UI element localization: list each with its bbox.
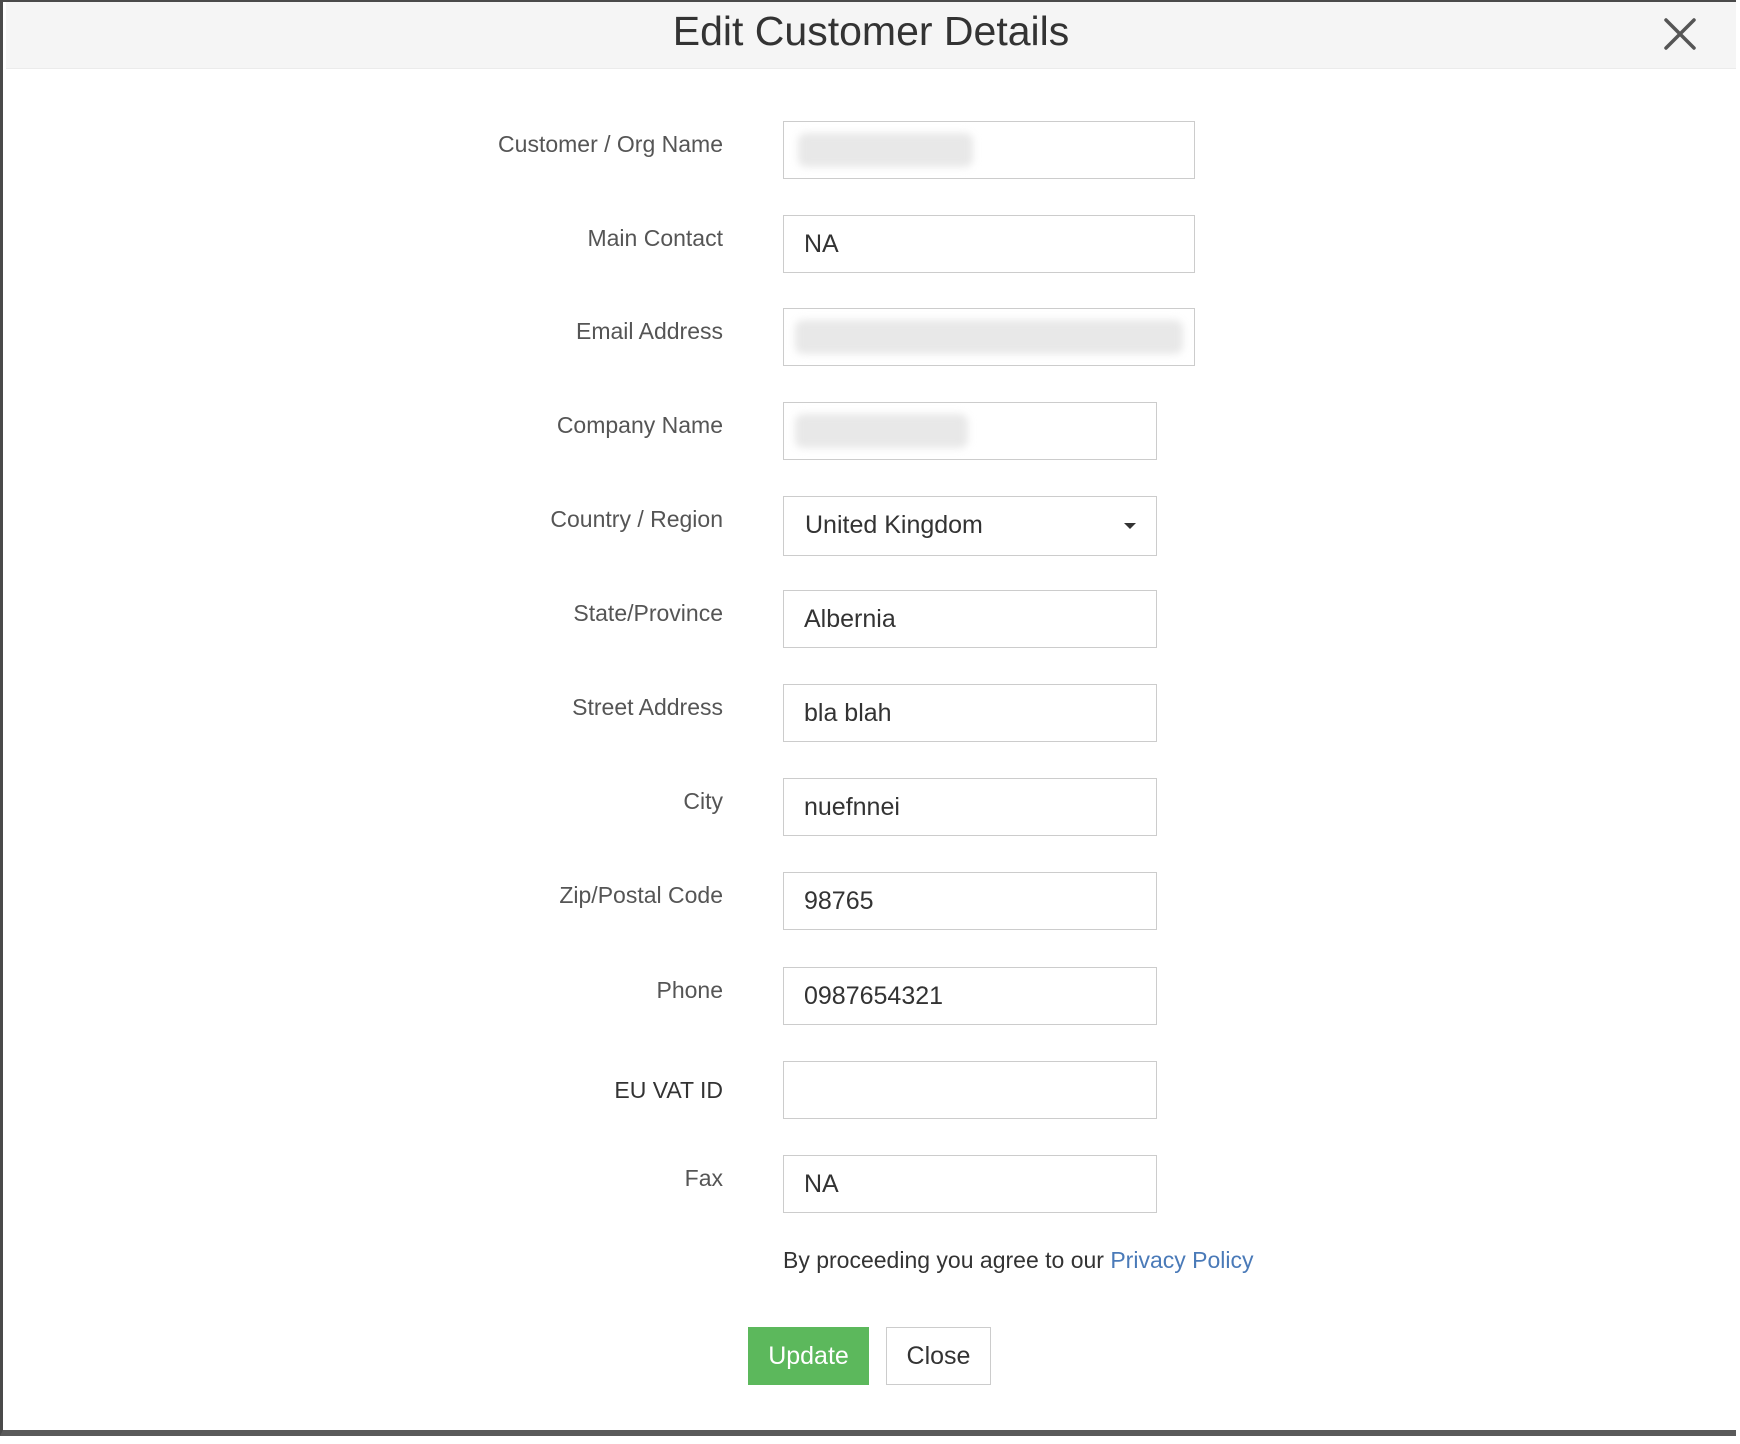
country-region-selected-value: United Kingdom (805, 511, 983, 539)
state-province-input[interactable] (783, 590, 1157, 648)
phone-label: Phone (656, 977, 723, 1003)
row-country-region: Country / Region United Kingdom (3, 496, 1739, 556)
row-street-address: Street Address (3, 684, 1739, 744)
row-fax: Fax (3, 1155, 1739, 1215)
close-icon[interactable] (1660, 14, 1700, 54)
row-customer-org-name: Customer / Org Name (3, 121, 1739, 181)
caret-down-icon (1124, 523, 1136, 529)
street-address-input[interactable] (783, 684, 1157, 742)
close-button[interactable]: Close (886, 1327, 991, 1385)
email-address-label: Email Address (575, 318, 723, 344)
company-name-label: Company Name (556, 412, 723, 438)
state-province-label: State/Province (573, 600, 723, 626)
row-company-name: Company Name (3, 402, 1739, 462)
customer-org-name-label: Customer / Org Name (498, 131, 723, 157)
country-region-select[interactable]: United Kingdom (783, 496, 1157, 556)
redacted-value (795, 320, 1183, 354)
edit-customer-modal: Edit Customer Details Customer / Org Nam… (0, 0, 1736, 1436)
eu-vat-id-input[interactable] (783, 1061, 1157, 1119)
main-contact-input[interactable] (783, 215, 1195, 273)
privacy-notice: By proceeding you agree to our Privacy P… (783, 1247, 1253, 1274)
zip-postal-code-label: Zip/Postal Code (559, 882, 723, 908)
modal-header: Edit Customer Details (6, 2, 1736, 69)
city-input[interactable] (783, 778, 1157, 836)
row-city: City (3, 778, 1739, 838)
privacy-notice-text: By proceeding you agree to our (783, 1247, 1111, 1273)
update-button[interactable]: Update (748, 1327, 869, 1385)
redacted-value (795, 414, 968, 448)
row-main-contact: Main Contact (3, 215, 1739, 275)
zip-postal-code-input[interactable] (783, 872, 1157, 930)
redacted-value (798, 133, 973, 167)
phone-input[interactable] (783, 967, 1157, 1025)
row-email-address: Email Address (3, 308, 1739, 368)
row-phone: Phone (3, 967, 1739, 1027)
city-label: City (683, 788, 723, 814)
main-contact-label: Main Contact (587, 225, 723, 251)
eu-vat-id-label: EU VAT ID (614, 1077, 723, 1103)
row-eu-vat-id: EU VAT ID (3, 1061, 1739, 1121)
modal-title: Edit Customer Details (672, 8, 1070, 54)
row-state-province: State/Province (3, 590, 1739, 650)
fax-input[interactable] (783, 1155, 1157, 1213)
privacy-policy-link[interactable]: Privacy Policy (1110, 1247, 1253, 1273)
street-address-label: Street Address (572, 694, 723, 720)
row-zip-postal-code: Zip/Postal Code (3, 872, 1739, 932)
country-region-label: Country / Region (550, 506, 723, 532)
fax-label: Fax (684, 1165, 723, 1191)
